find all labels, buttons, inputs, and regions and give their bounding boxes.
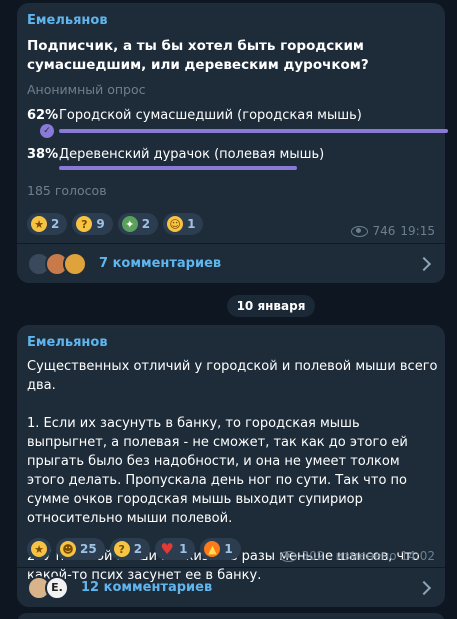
reactions-row: ★ ☻ 25 ? 2 ♥ 1 ▲ 1 bbox=[27, 538, 241, 560]
thinking-face-icon: ? bbox=[76, 216, 93, 232]
comments-count: 7 комментариев bbox=[99, 256, 222, 271]
grinning-face-icon: ☻ bbox=[60, 541, 76, 557]
reaction-count: 2 bbox=[51, 217, 60, 231]
poll-option-percent: 62% bbox=[27, 108, 59, 123]
post-meta: 746 19:15 bbox=[350, 224, 435, 238]
poll-type: Анонимный опрос bbox=[27, 82, 146, 97]
comments-button[interactable]: 7 комментариев bbox=[17, 243, 445, 283]
thinking-face-icon: ? bbox=[113, 541, 130, 557]
reaction-count: 2 bbox=[133, 542, 143, 556]
post-author[interactable]: Емельянов bbox=[27, 13, 108, 28]
channel-feed: Емельянов Подписчик, а ты бы хотел быть … bbox=[0, 0, 457, 619]
reaction-grinning[interactable]: ☻ 25 bbox=[56, 538, 105, 560]
fire-icon: ▲ bbox=[204, 541, 221, 557]
poll-post: Емельянов Подписчик, а ты бы хотел быть … bbox=[17, 3, 448, 283]
poll-question: Подписчик, а ты бы хотел быть городским … bbox=[27, 38, 369, 73]
view-count: 746 bbox=[372, 224, 396, 238]
zany-face-icon: ☺ bbox=[167, 216, 184, 232]
poll-option-bar bbox=[59, 166, 297, 170]
reaction-thinking[interactable]: ? 9 bbox=[72, 213, 113, 235]
commenter-avatars: E. bbox=[27, 575, 69, 600]
next-post bbox=[17, 613, 445, 619]
post-paragraph: Существенных отличий у городской и полев… bbox=[27, 359, 438, 393]
view-count: 302 bbox=[301, 549, 325, 563]
views-eye-icon bbox=[279, 550, 297, 562]
reaction-star[interactable]: ★ bbox=[27, 538, 51, 560]
vote-count: 185 голосов bbox=[27, 183, 107, 198]
avatar bbox=[63, 251, 87, 276]
reaction-fire[interactable]: ▲ 1 bbox=[200, 538, 241, 560]
reaction-heart[interactable]: ♥ 1 bbox=[155, 538, 196, 560]
reaction-thinking[interactable]: ? 2 bbox=[109, 538, 151, 560]
star-icon: ★ bbox=[31, 541, 47, 557]
text-post: Емельянов Существенных отличий у городск… bbox=[17, 325, 445, 607]
poll-option-bar bbox=[59, 129, 448, 133]
commenter-avatars bbox=[27, 251, 87, 276]
reaction-star[interactable]: ★ 2 bbox=[27, 213, 68, 235]
reaction-count: 1 bbox=[187, 217, 196, 231]
chevron-right-icon bbox=[416, 256, 432, 271]
post-meta: 302 изменено 14:02 bbox=[279, 549, 435, 563]
reaction-count: 1 bbox=[224, 542, 233, 556]
star-icon: ★ bbox=[31, 216, 47, 232]
post-author[interactable]: Емельянов bbox=[27, 335, 108, 350]
reaction-champagne[interactable]: ✦ 2 bbox=[117, 213, 159, 235]
reactions-row: ★ 2 ? 9 ✦ 2 ☺ 1 bbox=[27, 213, 204, 235]
avatar: E. bbox=[45, 575, 69, 600]
poll-option-text: Городской сумасшедший (городская мышь) bbox=[59, 108, 362, 123]
chevron-right-icon bbox=[416, 580, 432, 595]
comments-count: 12 комментариев bbox=[81, 580, 213, 595]
views-eye-icon bbox=[350, 225, 368, 237]
poll-option-text: Деревенский дурачок (полевая мышь) bbox=[59, 147, 325, 162]
reaction-count: 1 bbox=[179, 542, 188, 556]
chosen-check-icon: ✓ bbox=[40, 124, 54, 138]
post-paragraph: 1. Если их засунуть в банку, то городска… bbox=[27, 416, 408, 526]
heart-icon: ♥ bbox=[160, 539, 174, 558]
comments-button[interactable]: E. 12 комментариев bbox=[17, 567, 445, 607]
poll-option-percent: 38% bbox=[27, 147, 59, 162]
date-separator: 10 января bbox=[227, 295, 315, 317]
reaction-zany[interactable]: ☺ 1 bbox=[163, 213, 204, 235]
post-time: изменено 14:02 bbox=[335, 549, 435, 563]
champagne-icon: ✦ bbox=[121, 216, 138, 232]
reaction-count: 2 bbox=[141, 217, 151, 231]
post-time: 19:15 bbox=[400, 224, 435, 238]
reaction-count: 9 bbox=[96, 217, 105, 231]
reaction-count: 25 bbox=[80, 542, 97, 556]
